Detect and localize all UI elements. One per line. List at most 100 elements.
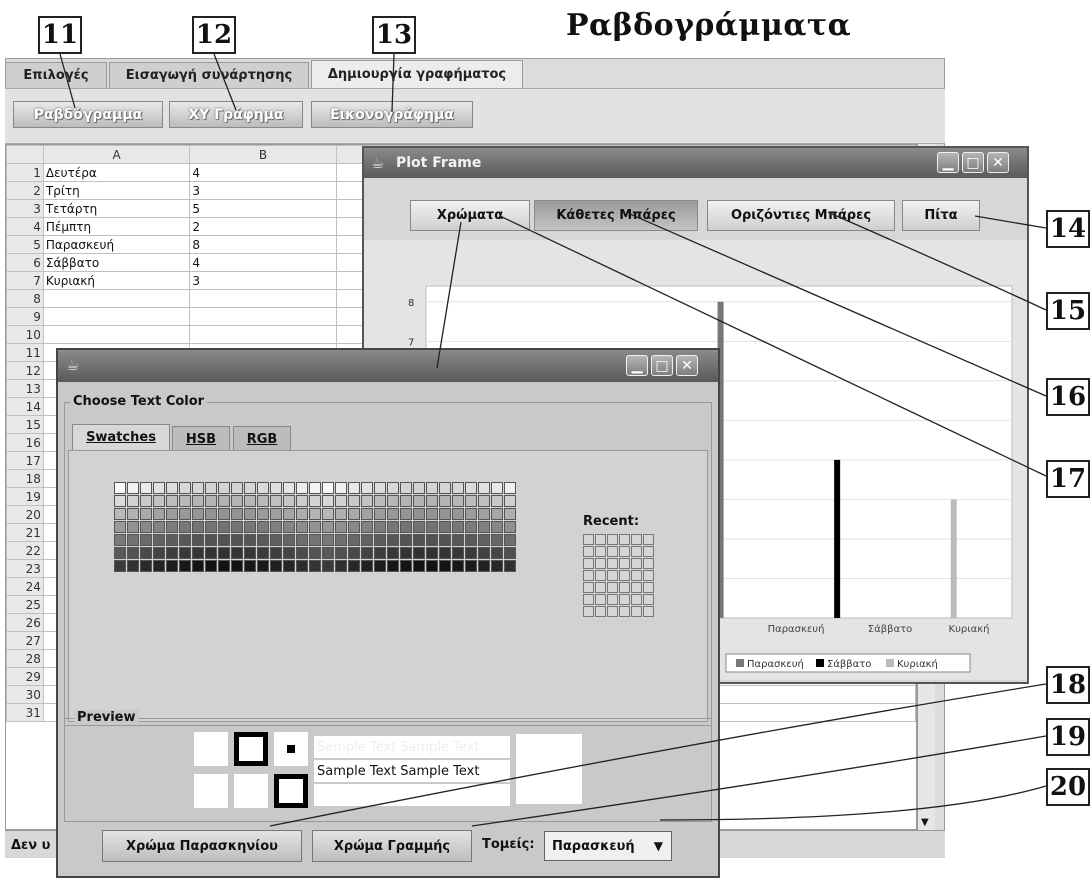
color-swatch[interactable] [387, 534, 399, 546]
recent-swatch[interactable] [619, 582, 630, 593]
color-swatch[interactable] [426, 560, 438, 572]
recent-swatch[interactable] [583, 606, 594, 617]
color-swatch[interactable] [296, 521, 308, 533]
color-swatch[interactable] [387, 547, 399, 559]
row-header[interactable]: 13 [6, 379, 44, 398]
color-swatch[interactable] [478, 547, 490, 559]
cell-a[interactable]: Σάββατο [42, 253, 191, 272]
color-swatch[interactable] [452, 547, 464, 559]
color-swatch[interactable] [400, 508, 412, 520]
cell-a[interactable]: Τετάρτη [42, 199, 191, 218]
color-swatch[interactable] [322, 560, 334, 572]
color-swatch[interactable] [465, 482, 477, 494]
color-swatch[interactable] [192, 560, 204, 572]
color-swatch[interactable] [244, 482, 256, 494]
row-header[interactable]: 7 [6, 271, 44, 290]
color-swatch[interactable] [374, 482, 386, 494]
color-swatch[interactable] [153, 482, 165, 494]
row-header[interactable]: 10 [6, 325, 44, 344]
color-swatch[interactable] [452, 508, 464, 520]
color-swatch[interactable] [270, 560, 282, 572]
color-swatch[interactable] [309, 547, 321, 559]
row-header[interactable]: 1 [6, 163, 44, 182]
tab-swatches[interactable]: Swatches [72, 424, 170, 450]
column-header-a[interactable]: A [42, 145, 191, 164]
color-swatch[interactable] [257, 482, 269, 494]
color-swatch[interactable] [452, 521, 464, 533]
color-swatch[interactable] [283, 521, 295, 533]
color-swatch[interactable] [296, 560, 308, 572]
color-swatch[interactable] [465, 495, 477, 507]
color-swatch[interactable] [218, 482, 230, 494]
recent-swatch[interactable] [595, 582, 606, 593]
color-swatch[interactable] [309, 495, 321, 507]
color-swatch[interactable] [491, 547, 503, 559]
horizontal-bars-button[interactable]: Οριζόντιες Μπάρες [707, 200, 895, 231]
color-swatch[interactable] [270, 482, 282, 494]
row-header[interactable]: 12 [6, 361, 44, 380]
color-swatch[interactable] [335, 547, 347, 559]
row-header[interactable]: 2 [6, 181, 44, 200]
color-swatch[interactable] [140, 508, 152, 520]
recent-swatch[interactable] [619, 606, 630, 617]
maximize-icon[interactable]: □ [651, 355, 673, 376]
color-swatch[interactable] [400, 521, 412, 533]
recent-swatch[interactable] [643, 546, 654, 557]
color-swatch[interactable] [439, 508, 451, 520]
row-header[interactable]: 30 [6, 685, 44, 704]
recent-swatch[interactable] [619, 534, 630, 545]
cell-b[interactable]: 5 [189, 199, 337, 218]
color-swatch[interactable] [205, 560, 217, 572]
color-swatch[interactable] [231, 495, 243, 507]
color-swatch[interactable] [218, 534, 230, 546]
column-header-b[interactable]: B [189, 145, 337, 164]
color-swatch[interactable] [400, 547, 412, 559]
color-swatch[interactable] [257, 547, 269, 559]
color-swatch[interactable] [270, 547, 282, 559]
row-header[interactable]: 20 [6, 505, 44, 524]
color-swatch[interactable] [452, 560, 464, 572]
color-swatch[interactable] [153, 495, 165, 507]
color-swatch[interactable] [439, 534, 451, 546]
color-swatch[interactable] [205, 508, 217, 520]
color-swatch[interactable] [166, 482, 178, 494]
color-swatch[interactable] [400, 482, 412, 494]
tab-hsb[interactable]: HSB [172, 426, 230, 452]
cell-a[interactable]: Τρίτη [42, 181, 191, 200]
row-header[interactable]: 14 [6, 397, 44, 416]
color-swatch[interactable] [192, 508, 204, 520]
color-swatch[interactable] [348, 495, 360, 507]
color-swatch[interactable] [140, 521, 152, 533]
recent-swatch[interactable] [619, 546, 630, 557]
color-swatch[interactable] [504, 521, 516, 533]
color-swatch[interactable] [114, 534, 126, 546]
recent-swatch[interactable] [643, 558, 654, 569]
color-swatch[interactable] [491, 521, 503, 533]
color-swatch[interactable] [166, 534, 178, 546]
color-swatch[interactable] [348, 521, 360, 533]
tab-options[interactable]: Επιλογές [5, 62, 107, 88]
recent-swatch[interactable] [583, 570, 594, 581]
cell-a[interactable] [42, 325, 191, 344]
color-swatch[interactable] [166, 495, 178, 507]
color-swatch[interactable] [244, 521, 256, 533]
color-swatch[interactable] [231, 508, 243, 520]
color-swatch[interactable] [322, 508, 334, 520]
color-swatch[interactable] [426, 547, 438, 559]
minimize-icon[interactable]: ▁ [626, 355, 648, 376]
color-swatch[interactable] [153, 547, 165, 559]
color-swatch[interactable] [127, 547, 139, 559]
close-icon[interactable]: ✕ [676, 355, 698, 376]
color-swatch[interactable] [283, 547, 295, 559]
cell-b[interactable] [189, 325, 337, 344]
color-swatch[interactable] [361, 508, 373, 520]
color-swatch[interactable] [348, 534, 360, 546]
color-swatch[interactable] [361, 534, 373, 546]
color-swatch[interactable] [114, 547, 126, 559]
color-swatch[interactable] [452, 495, 464, 507]
row-header[interactable]: 31 [6, 703, 44, 722]
scroll-down-icon[interactable]: ▼ [921, 817, 929, 828]
color-swatch[interactable] [478, 482, 490, 494]
tab-function-input[interactable]: Εισαγωγή συνάρτησης [109, 62, 309, 88]
recent-swatch[interactable] [643, 606, 654, 617]
